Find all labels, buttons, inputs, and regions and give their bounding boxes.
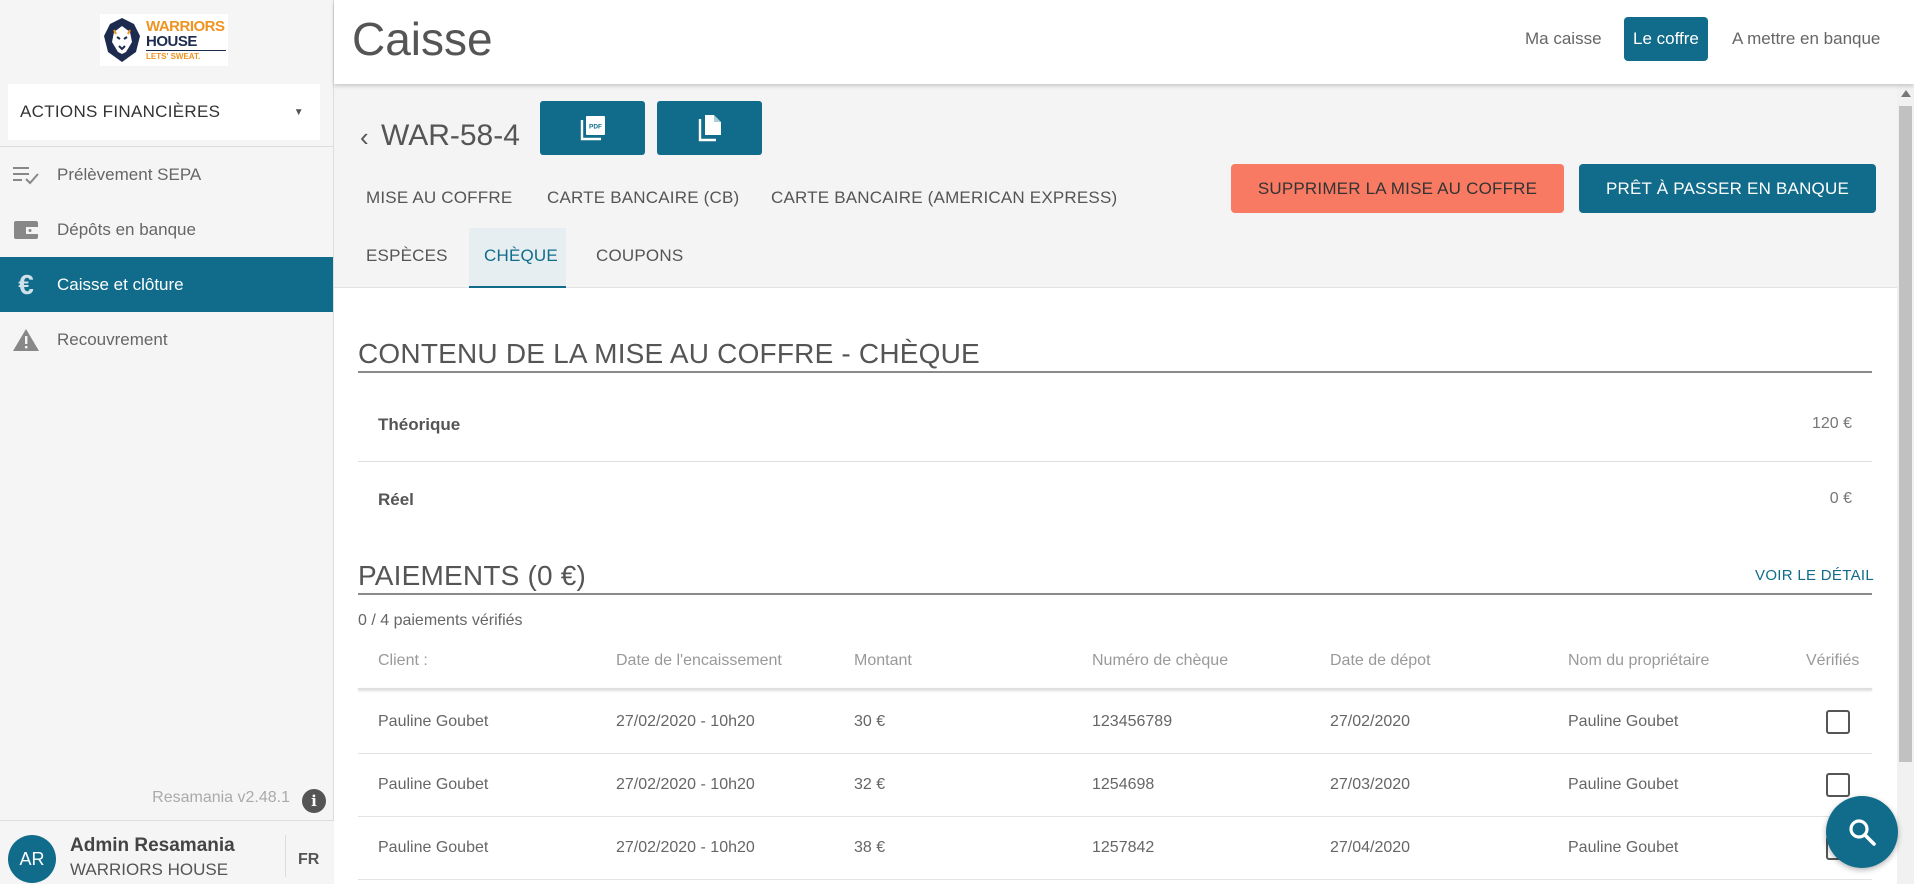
search-fab-button[interactable] [1826,796,1898,868]
theoretical-label: Théorique [378,415,461,434]
tab-mise-au-coffre[interactable]: MISE AU COFFRE [366,188,512,208]
verified-checkbox[interactable] [1826,710,1850,734]
theoretical-value: 120 € [1811,415,1852,432]
search-icon [1849,819,1876,846]
cell-deposit-date: 27/03/2020 [1330,776,1411,793]
user-org: WARRIORS HOUSE [70,860,229,879]
column-header-verified: Vérifiés [1806,652,1860,669]
view-detail-link[interactable]: VOIR LE DÉTAIL [1755,567,1874,584]
tab-especes[interactable]: ESPÈCES [366,246,448,266]
tab-ma-caisse[interactable]: Ma caisse [1516,17,1611,61]
brand-line1: WARRIORS [146,18,225,35]
user-bar: AR Admin Resamania WARRIORS HOUSE FR [0,820,334,884]
scrollbar[interactable] [1897,84,1914,884]
caret-down-icon: ▼ [293,106,304,118]
sidebar: WARRIORS HOUSE LETS' SWEAT. ACTIONS FINA… [0,0,334,884]
cell-cash-date: 27/02/2020 - 10h20 [616,776,755,793]
scrollbar-thumb[interactable] [1899,106,1912,762]
top-header: Caisse Ma caisse Le coffre A mettre en b… [334,0,1914,84]
cell-client: Pauline Goubet [378,776,489,793]
tab-cheque[interactable]: CHÈQUE [484,246,558,266]
tab-carte-bancaire-cb[interactable]: CARTE BANCAIRE (CB) [547,188,739,208]
export-pdf-button[interactable]: PDF [540,101,645,155]
copy-document-button[interactable] [657,101,762,155]
section-divider [358,371,1872,373]
pdf-icon: PDF [580,116,605,141]
payments-section-title: PAIEMENTS (0 €) [358,560,587,591]
sidebar-item-label: Caisse et clôture [57,274,184,294]
svg-text:PDF: PDF [589,124,602,131]
lion-logo-icon [104,18,140,62]
list-check-icon [12,163,40,187]
cell-client: Pauline Goubet [378,839,489,856]
main-content: ‹ WAR-58-4 PDF MISE AU COFFRE CARTE BANC… [334,84,1914,884]
scroll-up-arrow-icon[interactable] [1901,90,1911,97]
wallet-icon [12,218,40,242]
row-divider [358,461,1872,462]
language-switch[interactable]: FR [298,851,319,869]
table-row: Pauline Goubet 27/02/2020 - 10h20 30 € 1… [358,691,1872,754]
brand-line2: HOUSE [146,33,197,50]
column-header-deposit-date: Date de dépot [1330,652,1431,669]
column-header-owner: Nom du propriétaire [1568,652,1710,669]
section-divider [358,593,1872,595]
euro-icon: € [18,268,34,300]
sidebar-item-label: Recouvrement [57,329,168,349]
cell-cheque-number: 1257842 [1092,839,1155,856]
back-arrow-icon[interactable]: ‹ [360,122,369,153]
column-header-cheque-number: Numéro de chèque [1092,652,1229,669]
financial-actions-label: ACTIONS FINANCIÈRES [20,102,221,121]
page-title: Caisse [352,13,493,65]
actual-label: Réel [378,490,414,509]
ready-for-bank-button[interactable]: PRÊT À PASSER EN BANQUE [1579,164,1876,213]
sidebar-item-label: Prélèvement SEPA [57,164,202,184]
sidebar-item-label: Dépôts en banque [57,219,196,239]
cell-cheque-number: 123456789 [1092,713,1173,730]
table-row: Pauline Goubet 27/02/2020 - 10h20 38 € 1… [358,817,1872,880]
table-header-divider [358,688,1872,690]
brand-tagline: LETS' SWEAT. [146,52,201,61]
table-row: Pauline Goubet 27/02/2020 - 10h20 32 € 1… [358,754,1872,817]
tab-a-mettre-en-banque[interactable]: A mettre en banque [1723,17,1889,61]
tab-carte-bancaire-amex[interactable]: CARTE BANCAIRE (AMERICAN EXPRESS) [771,188,1117,208]
cell-owner: Pauline Goubet [1568,713,1679,730]
sidebar-item-recovery[interactable]: Recouvrement [0,312,333,367]
sidebar-item-bank-deposits[interactable]: Dépôts en banque [0,202,333,257]
delete-safe-deposit-button[interactable]: SUPPRIMER LA MISE AU COFFRE [1231,164,1564,213]
user-name: Admin Resamania [70,835,235,856]
sidebar-item-sepa[interactable]: Prélèvement SEPA [0,147,333,202]
info-icon[interactable]: i [302,789,326,813]
verified-payments-count: 0 / 4 paiements vérifiés [358,612,523,629]
financial-actions-select[interactable]: ACTIONS FINANCIÈRES ▼ [8,84,320,140]
safe-reference: WAR-58-4 [381,119,520,152]
tab-le-coffre[interactable]: Le coffre [1624,17,1708,61]
tab-coupons[interactable]: COUPONS [596,246,683,266]
cell-amount: 30 € [854,713,886,730]
verified-checkbox[interactable] [1826,773,1850,797]
cell-cash-date: 27/02/2020 - 10h20 [616,839,755,856]
avatar[interactable]: AR [8,835,56,883]
cell-owner: Pauline Goubet [1568,839,1679,856]
column-header-cash-date: Date de l'encaissement [616,652,782,669]
cell-deposit-date: 27/02/2020 [1330,713,1411,730]
app-version: Resamania v2.48.1 [152,789,290,806]
column-header-client: Client : [378,652,428,669]
content-section-title: CONTENU DE LA MISE AU COFFRE - CHÈQUE [358,338,980,369]
cell-cheque-number: 1254698 [1092,776,1155,793]
sidebar-item-cash-register[interactable]: € Caisse et clôture [0,257,333,312]
copy-document-icon [698,115,721,142]
safe-detail-header: ‹ WAR-58-4 PDF MISE AU COFFRE CARTE BANC… [334,84,1897,288]
cell-amount: 32 € [854,776,886,793]
cell-owner: Pauline Goubet [1568,776,1679,793]
cell-deposit-date: 27/04/2020 [1330,839,1411,856]
column-header-amount: Montant [854,652,912,669]
cell-cash-date: 27/02/2020 - 10h20 [616,713,755,730]
warriors-house-logo[interactable]: WARRIORS HOUSE LETS' SWEAT. [100,14,228,66]
warning-icon [12,328,40,352]
actual-value: 0 € [1829,490,1852,507]
cell-client: Pauline Goubet [378,713,489,730]
divider [285,835,286,877]
brand-divider [146,50,226,51]
cell-amount: 38 € [854,839,886,856]
